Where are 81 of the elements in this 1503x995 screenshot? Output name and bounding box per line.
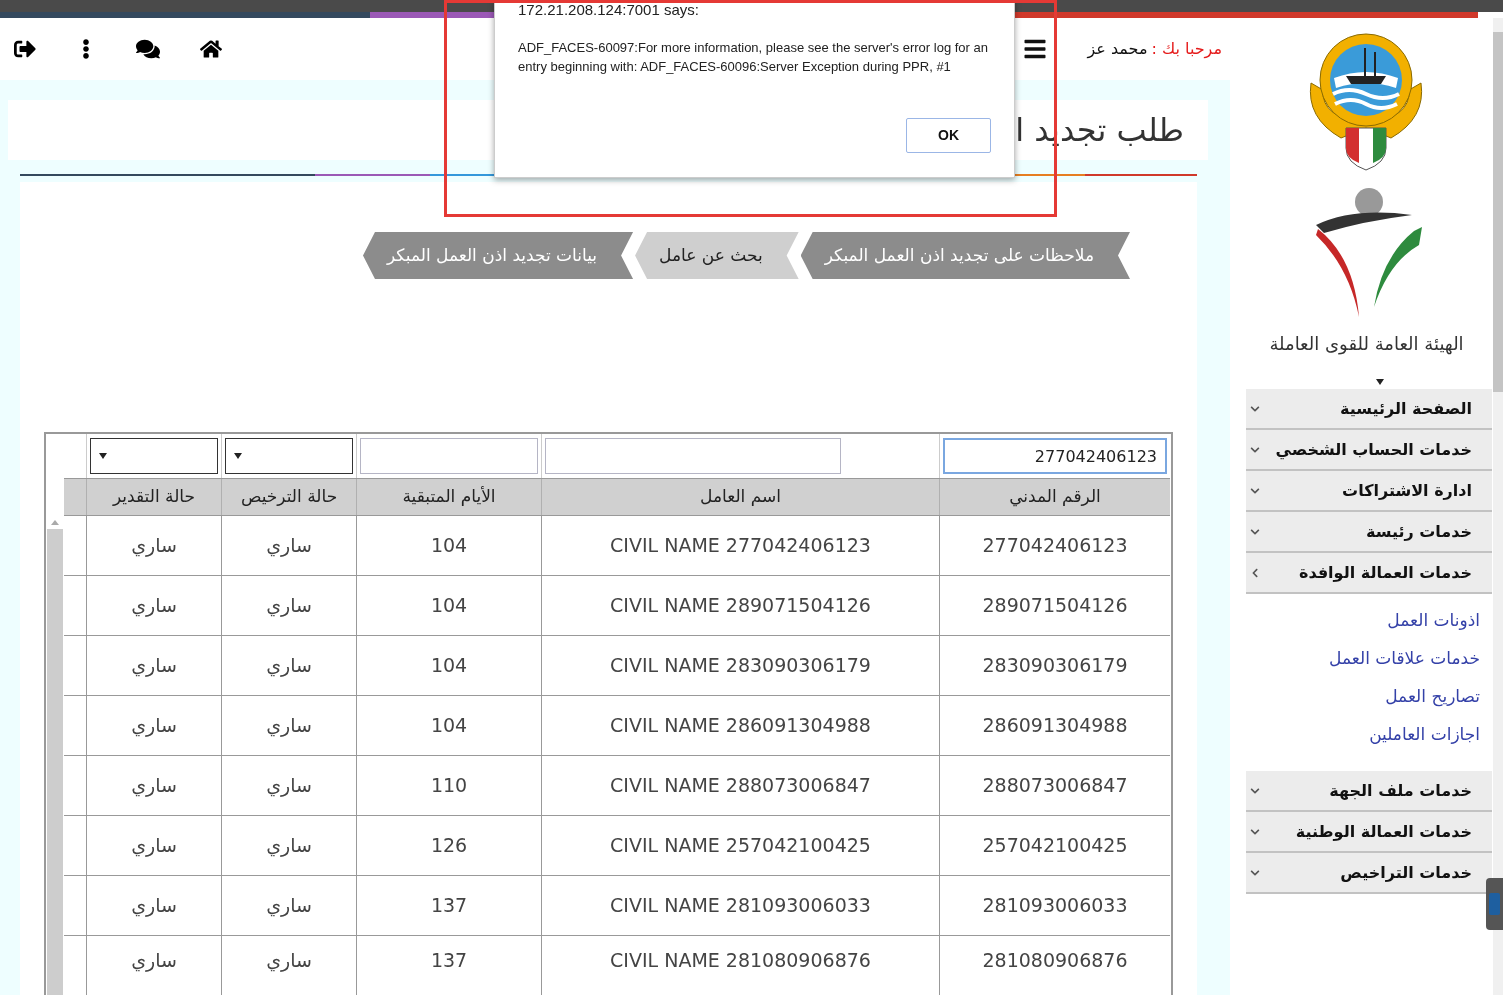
table-cell-text: CIVIL NAME 277042406123 (610, 533, 871, 559)
chevron-down-icon (1250, 785, 1260, 796)
table-cell-text: ساري (131, 773, 177, 799)
filter-field[interactable] (360, 438, 538, 474)
table-cell-text: ساري (266, 653, 312, 679)
table-cell-text: 288073006847 (982, 773, 1128, 799)
menu-item[interactable]: خدمات الحساب الشخصي (1246, 430, 1492, 471)
table-cell-text: 104 (430, 533, 468, 559)
table-cell-text: ساري (266, 833, 312, 859)
table-cell-text: ساري (131, 593, 177, 619)
table-cell-text: 289071504126 (982, 593, 1128, 619)
menu-item[interactable]: خدمات العمالة الوطنية (1246, 812, 1492, 853)
table-cell-text: CIVIL NAME 281093006033 (610, 893, 871, 919)
table-cell-text: 104 (430, 713, 468, 739)
table-cell-text: 104 (430, 593, 468, 619)
chevron-down-icon (1250, 526, 1260, 537)
submenu-link[interactable]: اذونات العمل (1230, 608, 1480, 637)
home-icon[interactable] (200, 38, 222, 60)
chevron-left-icon (1250, 567, 1260, 578)
menu-item[interactable]: ادارة الاشتراكات (1246, 471, 1492, 512)
chevron-down-icon (1250, 403, 1260, 414)
filter-select[interactable] (90, 438, 218, 474)
table-cell-text: ساري (131, 713, 177, 739)
table-cell-text: 137 (430, 893, 468, 919)
table-cell-text: 281093006033 (982, 893, 1128, 919)
menu-item[interactable]: خدمات العمالة الوافدة (1246, 553, 1492, 594)
table-cell-text: 110 (430, 773, 468, 799)
menu-item[interactable]: خدمات رئيسة (1246, 512, 1492, 553)
submenu-link[interactable]: خدمات علاقات العمل (1230, 646, 1480, 675)
sidebar-scrollbar-thumb[interactable] (1493, 32, 1503, 392)
table-cell-text: 286091304988 (982, 713, 1128, 739)
table-cell-text: ساري (266, 773, 312, 799)
submenu-link[interactable]: تصاريح العمل (1230, 684, 1480, 713)
table-cell-text: 126 (430, 833, 468, 859)
scrollbar-thumb[interactable] (47, 529, 63, 995)
menu-icon[interactable] (1023, 37, 1048, 61)
org-name: الهيئة العامة للقوى العاملة (1269, 332, 1464, 357)
sign-out-icon[interactable] (14, 38, 36, 60)
table-cell-text: ساري (131, 833, 177, 859)
table-cell-text: ساري (131, 893, 177, 919)
table-cell-text: ساري (131, 948, 177, 974)
dialog-message: ADF_FACES-60097:For more information, please see the server's error log for an entry beginning with: ADF_FACES-60096:Server Exception during PPR, #1 (518, 38, 989, 76)
filter-select[interactable] (225, 438, 353, 474)
chevron-down-icon (1250, 485, 1260, 496)
table-cell-text: CIVIL NAME 257042100425 (610, 833, 871, 859)
table-cell-text: ساري (266, 948, 312, 974)
table-cell-text: ساري (266, 533, 312, 559)
ok-button[interactable]: OK (906, 118, 991, 153)
submenu-link[interactable]: اجازات العاملين (1230, 722, 1480, 751)
filter-field[interactable]: 277042406123 (943, 438, 1167, 474)
table-cell-text: CIVIL NAME 288073006847 (610, 773, 871, 799)
menu-item[interactable]: خدمات التراخيص (1246, 853, 1492, 894)
table-cell-text: 277042406123 (982, 533, 1128, 559)
dropdown-caret-icon (234, 453, 242, 459)
table-cell-text: ساري (266, 713, 312, 739)
chevron-down-icon (1250, 826, 1260, 837)
table-cell-text: CIVIL NAME 283090306179 (610, 653, 871, 679)
dropdown-caret-icon (99, 453, 107, 459)
step-tab[interactable]: بحث عن عامل (635, 232, 799, 279)
menu-item[interactable]: الصفحة الرئيسية (1246, 389, 1492, 430)
welcome-label: مرحبا بك : (1151, 38, 1222, 61)
table-cell-text: 137 (430, 948, 468, 973)
table-cell-text: 257042100425 (982, 833, 1128, 859)
table-cell-text: ساري (266, 593, 312, 619)
table-cell-text: ساري (131, 533, 177, 559)
chevron-down-icon (1250, 444, 1260, 455)
table-cell-text: 283090306179 (982, 653, 1128, 679)
chat-icon[interactable] (136, 37, 160, 61)
table-cell-text: CIVIL NAME 281080906876 (610, 948, 871, 973)
table-cell-text: 281080906876 (982, 948, 1128, 973)
table-cell-text: 104 (430, 653, 468, 679)
table-cell-text: ساري (266, 893, 312, 919)
menu-item[interactable]: خدمات ملف الجهة (1246, 771, 1492, 812)
table-cell-text: CIVIL NAME 289071504126 (610, 593, 871, 619)
user-name: محمد عز (1087, 38, 1148, 61)
dialog-title: 172.21.208.124:7001 says: (518, 0, 700, 20)
table-cell-text: CIVIL NAME 286091304988 (610, 713, 871, 739)
chevron-down-icon (1250, 867, 1260, 878)
table-cell-text: ساري (131, 653, 177, 679)
caret-icon (1375, 379, 1384, 385)
filter-field[interactable] (545, 438, 841, 474)
